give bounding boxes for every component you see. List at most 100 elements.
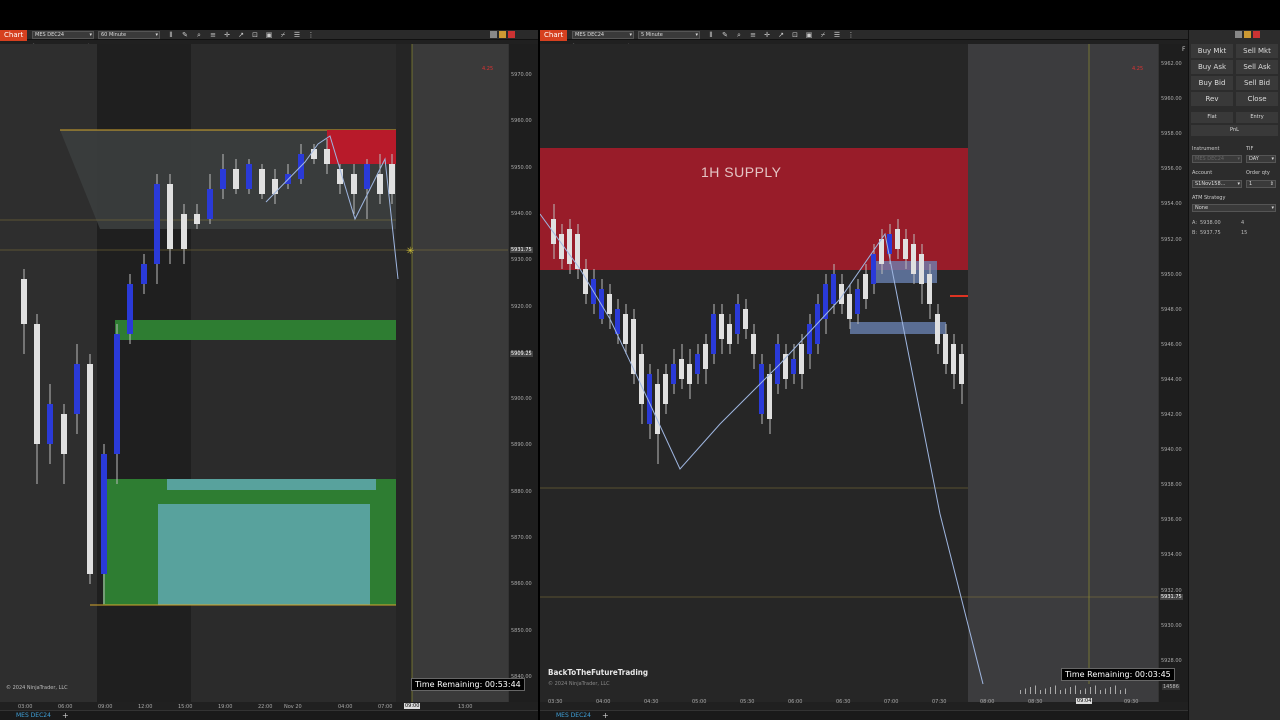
maximize-icon[interactable] — [1244, 31, 1251, 38]
right-time-axis[interactable]: 03:30 04:00 04:30 05:00 05:30 06:00 06:30 07:00… — [540, 697, 1158, 709]
properties-icon[interactable]: ≡ — [749, 31, 757, 39]
candle-body — [47, 404, 53, 444]
time-tick-label: 05:30 — [740, 699, 755, 705]
candle-body — [863, 274, 868, 299]
pnl-indicator: PnL — [1191, 125, 1278, 136]
left-instrument-tab[interactable]: MES DEC24 — [16, 712, 51, 719]
arrow-icon[interactable]: ↗ — [237, 31, 245, 39]
tools-icon[interactable]: ⊡ — [251, 31, 259, 39]
bid-label: B: — [1192, 230, 1198, 236]
time-tick-label: 08:30 — [1028, 699, 1043, 705]
maximize-icon[interactable] — [499, 31, 506, 38]
draw-icon[interactable]: ⌿ — [279, 31, 287, 39]
right-instrument-selector[interactable]: MES DEC24 ▾ — [572, 31, 634, 39]
buy-ask-button[interactable]: Buy Ask — [1191, 60, 1233, 74]
left-price-axis[interactable]: 5970.00 5960.00 5950.00 5940.00 5930.00 5920.… — [508, 44, 538, 702]
chevron-down-icon: ▾ — [1271, 205, 1274, 211]
right-instrument-tab[interactable]: MES DEC24 — [556, 712, 591, 719]
right-time-remaining: Time Remaining: 00:03:45 — [1061, 668, 1175, 681]
right-price-axis[interactable]: 5962.00 5960.00 5958.00 5956.00 5954.00 5952.… — [1158, 44, 1188, 702]
instrument-select[interactable]: MES DEC24 ▾ — [1192, 155, 1242, 163]
candle-body — [167, 184, 173, 249]
minimize-icon[interactable] — [1235, 31, 1242, 38]
account-select[interactable]: S1Nov158... ▾ — [1192, 180, 1242, 188]
left-chart-tab[interactable]: Chart — [0, 30, 28, 41]
candle-body — [351, 174, 357, 194]
tools-icon[interactable]: ⊡ — [791, 31, 799, 39]
time-tick-label: 06:00 — [788, 699, 803, 705]
bar-type-icon[interactable]: ⫴ — [167, 31, 175, 39]
volume-bar — [1110, 687, 1111, 694]
bar-type-icon[interactable]: ⫴ — [707, 31, 715, 39]
ask-size: 4 — [1241, 220, 1245, 226]
atm-strategy-select[interactable]: None ▾ — [1192, 204, 1276, 212]
stepper-icon[interactable]: ⇕ — [1270, 181, 1274, 187]
price-tick-label: 5880.00 — [511, 488, 532, 495]
sell-bid-button[interactable]: Sell Bid — [1236, 76, 1278, 90]
crosshair-icon[interactable]: ✛ — [763, 31, 771, 39]
candle-body — [919, 254, 924, 284]
sell-ask-button[interactable]: Sell Ask — [1236, 60, 1278, 74]
right-chart-toolbar: Chart MES DEC24 ▾ 5 Minute ▾ ⫴ ✎ ⌕ ≡ ✛ ↗ ⊡… — [540, 30, 1188, 41]
tif-select[interactable]: DAY ▾ — [1246, 155, 1276, 163]
candle-body — [871, 254, 876, 284]
time-tick-label: 04:00 — [596, 699, 611, 705]
bid-price: 5937.75 — [1200, 230, 1221, 236]
candle-body — [703, 344, 708, 369]
candle-body — [719, 314, 724, 339]
price-tick-label: 5860.00 — [511, 581, 532, 588]
close-icon[interactable] — [1253, 31, 1260, 38]
ask-price: 5938.00 — [1200, 220, 1221, 226]
candle-body — [567, 229, 572, 264]
zoom-icon[interactable]: ⌕ — [735, 31, 743, 39]
candle-body — [181, 214, 187, 249]
list-icon[interactable]: ☰ — [293, 31, 301, 39]
right-price-plot[interactable] — [540, 44, 1158, 702]
buy-bid-button[interactable]: Buy Bid — [1191, 76, 1233, 90]
zoom-icon[interactable]: ⌕ — [195, 31, 203, 39]
left-interval-selector[interactable]: 60 Minute ▾ — [98, 31, 160, 39]
draw-icon[interactable]: ⌿ — [819, 31, 827, 39]
price-tick-label: 5956.00 — [1161, 166, 1182, 173]
candle-body — [220, 169, 226, 189]
price-tick-label: 5960.00 — [511, 118, 532, 125]
close-position-button[interactable]: Close — [1236, 92, 1278, 106]
price-tick-label: 5920.00 — [511, 303, 532, 310]
candle-body — [671, 364, 676, 384]
buy-market-button[interactable]: Buy Mkt — [1191, 44, 1233, 58]
template-icon[interactable]: ▣ — [265, 31, 273, 39]
candle-body — [324, 149, 330, 164]
candle-body — [679, 359, 684, 379]
pencil-icon[interactable]: ✎ — [721, 31, 729, 39]
order-qty-stepper[interactable]: 1 ⇕ — [1246, 180, 1276, 188]
price-tick-label: 5850.00 — [511, 627, 532, 634]
template-icon[interactable]: ▣ — [805, 31, 813, 39]
candle-body — [127, 284, 133, 334]
volume-bar — [1085, 688, 1086, 694]
cursor-time-marker: 09:04 — [1076, 698, 1093, 704]
left-add-tab-button[interactable]: + — [62, 711, 69, 720]
sell-market-button[interactable]: Sell Mkt — [1236, 44, 1278, 58]
arrow-icon[interactable]: ↗ — [777, 31, 785, 39]
crosshair-icon[interactable]: ✛ — [223, 31, 231, 39]
candle-body — [767, 374, 772, 419]
price-tick-label: 5938.00 — [1161, 482, 1182, 489]
minimize-icon[interactable] — [490, 31, 497, 38]
menu-icon[interactable]: ⋮ — [307, 31, 315, 39]
close-icon[interactable] — [508, 31, 515, 38]
menu-icon[interactable]: ⋮ — [847, 31, 855, 39]
right-add-tab-button[interactable]: + — [602, 711, 609, 720]
price-tick-label: 5936.00 — [1161, 517, 1182, 524]
candle-body — [775, 344, 780, 384]
list-icon[interactable]: ☰ — [833, 31, 841, 39]
properties-icon[interactable]: ≡ — [209, 31, 217, 39]
right-chart-tab[interactable]: Chart — [540, 30, 568, 41]
crosshair-icon: ✳ — [406, 246, 414, 257]
reverse-button[interactable]: Rev — [1191, 92, 1233, 106]
right-interval-selector[interactable]: 5 Minute ▾ — [638, 31, 700, 39]
left-price-plot[interactable]: ✳ — [0, 44, 508, 702]
candle-body — [951, 344, 956, 374]
pencil-icon[interactable]: ✎ — [181, 31, 189, 39]
left-instrument-selector[interactable]: MES DEC24 ▾ — [32, 31, 94, 39]
price-tick-label: 5932.00 — [1161, 587, 1182, 594]
